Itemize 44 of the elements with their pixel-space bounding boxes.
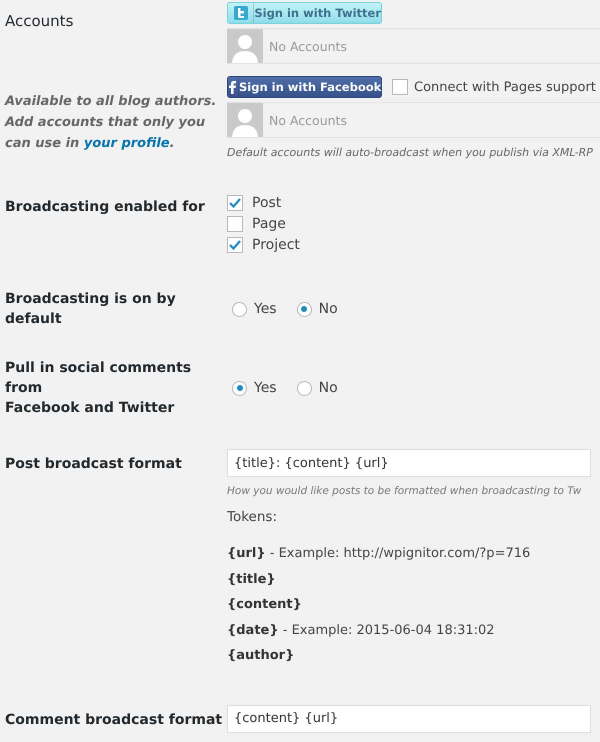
avatar-icon bbox=[227, 29, 263, 63]
token-line: {content} bbox=[227, 596, 303, 614]
token-line: {url} - Example: http://wpignitor.com/?p=716 bbox=[227, 545, 532, 563]
f-logo-icon bbox=[228, 80, 238, 94]
field-label: Broadcasting is on by default bbox=[4, 290, 177, 329]
checkbox[interactable] bbox=[227, 237, 243, 253]
t-logo-icon bbox=[234, 6, 248, 20]
help-text: How you would like posts to be formatted when broadcasting to Tw bbox=[227, 485, 582, 497]
format-input[interactable]: {content} {url} bbox=[227, 704, 591, 732]
field-label: Pull in social comments from Facebook and Twitter bbox=[4, 359, 192, 418]
radio-button[interactable] bbox=[232, 380, 247, 396]
radio-label: Yes bbox=[254, 300, 277, 319]
profile-link[interactable]: your profile bbox=[84, 136, 170, 151]
checkbox-label: Connect with Pages support bbox=[414, 80, 596, 94]
field-label: Broadcasting enabled for bbox=[4, 198, 206, 217]
token-line: {author} bbox=[227, 647, 296, 665]
field-label: Comment broadcast format bbox=[4, 710, 224, 730]
checkbox[interactable] bbox=[227, 195, 243, 211]
help-text: Default accounts will auto-broadcast when you publish via XML-RP bbox=[227, 146, 594, 159]
radio-label: No bbox=[318, 379, 338, 398]
token-line: {date} - Example: 2015-06-04 18:31:02 bbox=[227, 622, 496, 640]
radio-button[interactable] bbox=[296, 302, 312, 316]
sign-in-button[interactable]: Sign in with Facebook bbox=[227, 76, 382, 98]
no-accounts-text: No Accounts bbox=[269, 38, 347, 54]
accounts-note: Available to all blog authors. Add accounts that only you can use in your profile. bbox=[5, 93, 218, 153]
radio-label: Yes bbox=[254, 379, 277, 398]
field-label: Post broadcast format bbox=[4, 455, 183, 474]
checkbox[interactable] bbox=[392, 79, 408, 95]
checkbox-label: Post bbox=[252, 194, 282, 213]
checkbox-label: Project bbox=[252, 236, 300, 255]
avatar-icon bbox=[227, 103, 263, 137]
field-label: Accounts bbox=[4, 11, 74, 31]
checkbox-label: Page bbox=[252, 215, 286, 234]
checkbox[interactable] bbox=[227, 216, 243, 232]
format-input[interactable]: {title}: {content} {url} bbox=[227, 449, 591, 477]
check-icon bbox=[229, 198, 241, 208]
tokens-heading: Tokens: bbox=[227, 509, 278, 525]
radio-button[interactable] bbox=[232, 302, 247, 316]
radio-label: No bbox=[318, 300, 338, 319]
sign-in-button[interactable]: Sign in with Twitter bbox=[227, 2, 382, 24]
token-line: {title} bbox=[227, 570, 277, 588]
check-icon bbox=[229, 240, 241, 250]
no-accounts-text: No Accounts bbox=[269, 112, 347, 128]
radio-button[interactable] bbox=[296, 380, 312, 396]
